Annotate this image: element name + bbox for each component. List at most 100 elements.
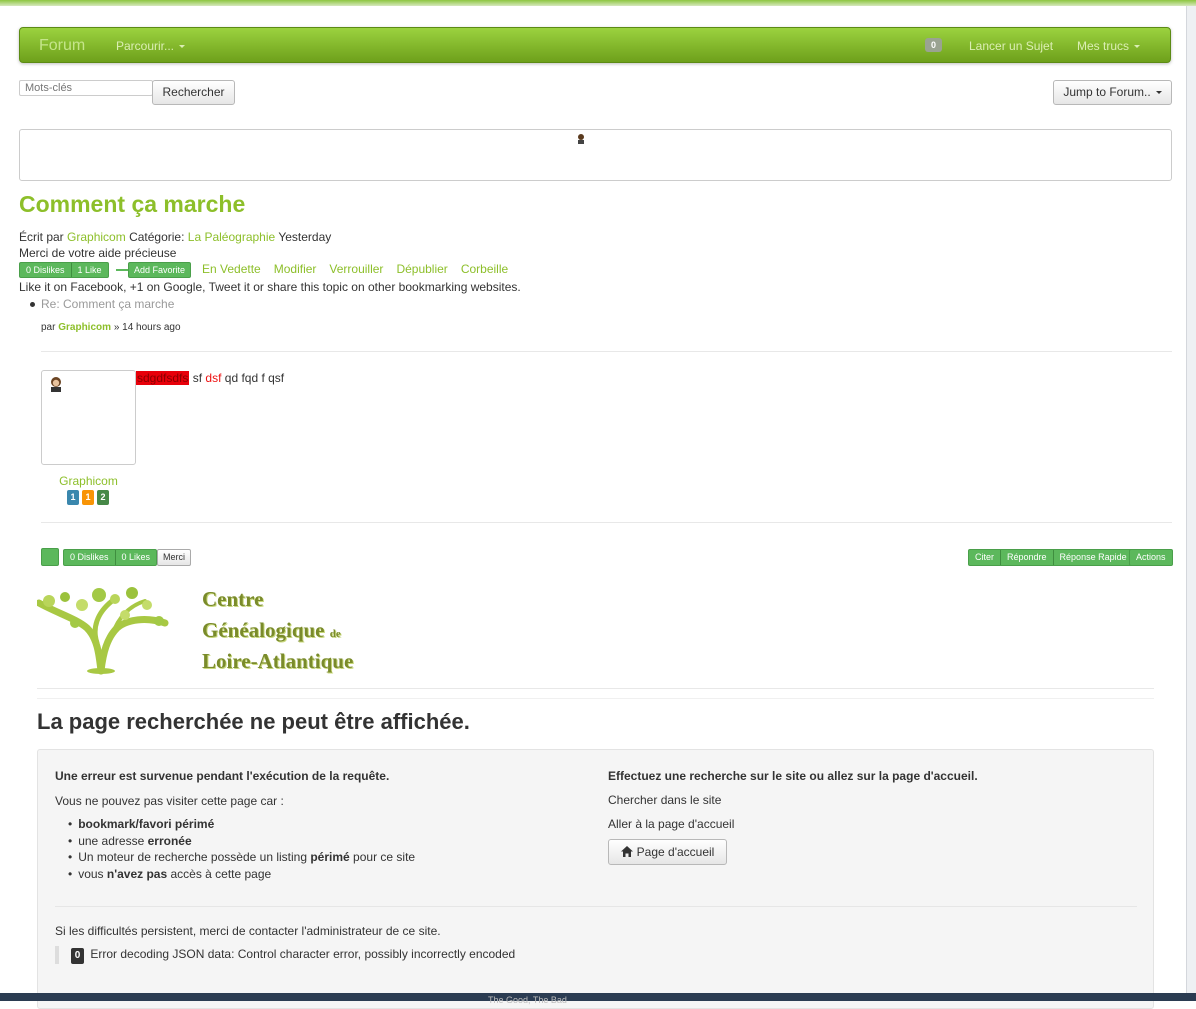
new-topic-link[interactable]: Lancer un Sujet <box>969 39 1053 53</box>
post-red-text: dsf <box>205 371 222 385</box>
reply-button[interactable]: Répondre <box>1001 550 1054 565</box>
edit-link[interactable]: Modifier <box>274 262 317 276</box>
error-right-heading: Effectuez une recherche sur le site ou a… <box>608 769 978 783</box>
actions-menu-button[interactable]: Actions <box>1130 550 1172 565</box>
my-stuff-menu[interactable]: Mes trucs <box>1077 39 1141 53</box>
logo-line1: Centre <box>202 587 264 611</box>
post-body: sdgdfsdfs sf dsf qd fqd f qsf <box>136 371 284 385</box>
logo-line3: Loire-Atlantique <box>202 649 354 673</box>
quick-reply-button[interactable]: Réponse Rapide <box>1054 550 1133 565</box>
reply-by-label: par <box>41 322 56 333</box>
window-scrollbar[interactable] <box>1186 6 1196 1001</box>
divider <box>55 906 1137 907</box>
dislike-button[interactable]: 0 Dislikes <box>20 263 72 277</box>
goto-home-text: Aller à la page d'accueil <box>608 817 735 831</box>
search-site-link[interactable]: Chercher dans le site <box>608 793 721 807</box>
error-heading: Une erreur est survenue pendant l'exécut… <box>55 769 390 783</box>
thanks-button[interactable]: Merci <box>157 549 191 566</box>
browse-menu[interactable]: Parcourir... <box>116 39 186 53</box>
error-message-block: 0 Error decoding JSON data: Control char… <box>55 946 515 964</box>
forum-brand-link[interactable]: Forum <box>39 37 85 55</box>
my-stuff-label: Mes trucs <box>1077 39 1130 53</box>
top-navbar: Forum Parcourir... 0 Lancer un Sujet Mes… <box>19 27 1171 63</box>
post-author-name[interactable]: Graphicom <box>41 474 136 488</box>
add-favorite-button[interactable]: Add Favorite <box>128 262 192 278</box>
jump-to-forum-button[interactable]: Jump to Forum.. <box>1053 80 1172 105</box>
like-button[interactable]: 0 Likes <box>116 550 157 565</box>
written-by-label: Écrit par <box>19 230 64 244</box>
topic-date: Yesterday <box>278 230 332 244</box>
rank-badges: 1 1 2 <box>67 490 109 505</box>
error-reason-intro: Vous ne pouvez pas visiter cette page ca… <box>55 794 284 808</box>
logo-line2: Généalogique de <box>202 618 341 643</box>
rank-badge: 2 <box>97 490 109 505</box>
topic-title: Comment ça marche <box>19 191 246 217</box>
list-item: une adresse erronée <box>78 833 415 850</box>
avatar[interactable] <box>41 370 136 465</box>
reply-actions-group: Citer Répondre Réponse Rapide <box>968 549 1134 566</box>
share-text: Like it on Facebook, +1 on Google, Tweet… <box>19 280 521 294</box>
moderation-links: En Vedette Modifier Verrouiller Dépublie… <box>202 262 508 276</box>
contact-text: Si les difficultés persistent, merci de … <box>55 924 441 938</box>
topic-vote-group: 0 Dislikes 1 Like <box>19 262 109 278</box>
like-button[interactable]: 1 Like <box>72 263 108 277</box>
topic-meta: Écrit par Graphicom Catégorie: La Paléog… <box>19 230 331 244</box>
dislike-button[interactable]: 0 Dislikes <box>64 550 116 565</box>
unpublish-link[interactable]: Dépublier <box>396 262 447 276</box>
notification-badge[interactable]: 0 <box>925 38 943 52</box>
lock-link[interactable]: Verrouiller <box>329 262 383 276</box>
avatar-icon <box>578 134 584 144</box>
reply-title: Re: Comment ça marche <box>41 297 175 311</box>
select-post-button[interactable] <box>41 548 59 566</box>
post-text: qd fqd f qsf <box>224 371 285 385</box>
error-reasons-list: bookmark/favori périmé une adresse erron… <box>78 816 415 882</box>
tree-logo-icon <box>37 587 169 675</box>
chevron-down-icon <box>179 45 186 49</box>
chevron-down-icon <box>1134 45 1141 49</box>
site-logo[interactable]: Centre Généalogique de Loire-Atlantique <box>37 583 367 678</box>
divider <box>41 351 1172 352</box>
post-text: sf <box>192 371 203 385</box>
jump-label: Jump to Forum.. <box>1063 85 1151 99</box>
list-item: vous n'avez pas accès à cette page <box>78 866 415 883</box>
logo-line2-main: Généalogique <box>202 618 325 642</box>
home-button[interactable]: Page d'accueil <box>608 839 727 865</box>
home-icon <box>620 846 633 857</box>
category-label: Catégorie: <box>129 230 185 244</box>
topic-author-link[interactable]: Graphicom <box>67 230 126 244</box>
topic-description: Merci de votre aide précieuse <box>19 246 177 260</box>
actions-menu: Actions <box>1129 549 1173 566</box>
browser-top-border <box>0 0 1196 6</box>
reply-vote-group: 0 Dislikes 0 Likes <box>63 549 158 566</box>
divider <box>116 269 128 271</box>
divider <box>37 688 1154 689</box>
trash-link[interactable]: Corbeille <box>461 262 508 276</box>
divider <box>37 698 1154 699</box>
avatar-icon <box>51 377 61 392</box>
rank-badge: 1 <box>82 490 94 505</box>
reply-author-link[interactable]: Graphicom <box>58 322 111 333</box>
home-button-label: Page d'accueil <box>636 845 715 859</box>
divider <box>41 522 1172 523</box>
reply-meta: par Graphicom » 14 hours ago <box>41 322 181 333</box>
error-title: La page recherchée ne peut être affichée… <box>37 709 470 734</box>
bullet-icon <box>30 302 35 308</box>
chevron-down-icon <box>1155 91 1162 95</box>
os-taskbar <box>0 993 1196 1001</box>
error-message: Error decoding JSON data: Control charac… <box>90 947 516 961</box>
highlighted-text: sdgdfsdfs <box>136 371 190 385</box>
error-panel: Une erreur est survenue pendant l'exécut… <box>37 749 1154 1009</box>
list-item: Un moteur de recherche possède un listin… <box>78 849 415 866</box>
rank-badge: 1 <box>67 490 79 505</box>
search-button[interactable]: Rechercher <box>152 80 235 105</box>
reply-time: » 14 hours ago <box>113 322 181 333</box>
category-link[interactable]: La Paléographie <box>188 230 275 244</box>
reply-list-item[interactable]: Re: Comment ça marche <box>30 297 174 311</box>
taskbar-window-title[interactable]: The Good, The Bad <box>488 995 567 1005</box>
browse-label: Parcourir... <box>116 39 175 53</box>
search-input[interactable] <box>19 80 153 96</box>
error-code-badge: 0 <box>71 948 84 964</box>
feature-link[interactable]: En Vedette <box>202 262 261 276</box>
quote-button[interactable]: Citer <box>969 550 1002 565</box>
list-item: bookmark/favori périmé <box>78 816 415 833</box>
